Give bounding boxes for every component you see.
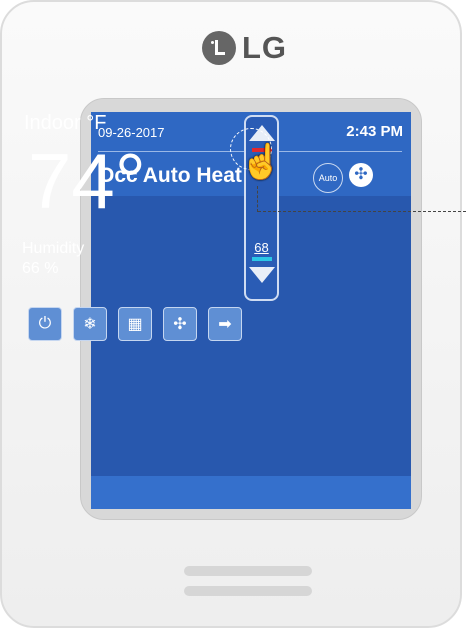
brand-name: LG <box>242 30 288 65</box>
callout-line-horizontal <box>258 211 466 212</box>
humidity-label: Humidity <box>22 240 85 257</box>
vent-slot <box>184 566 312 576</box>
lg-logo: LG <box>202 30 287 66</box>
calendar-icon: ▦ <box>127 316 143 333</box>
time-display: 2:43 PM <box>346 123 403 140</box>
mode-button[interactable]: ❄ <box>73 307 107 341</box>
heat-cool-mode-icon: ❄ <box>83 316 97 333</box>
next-button[interactable]: ➡ <box>208 307 242 341</box>
power-icon: ⏻ <box>38 315 52 332</box>
fan-status-icon[interactable]: ✣ <box>349 163 373 187</box>
auto-mode-button[interactable]: Auto <box>313 163 343 193</box>
power-button[interactable]: ⏻ <box>28 307 62 341</box>
indoor-temperature: 74° <box>28 137 146 225</box>
cool-setpoint-value[interactable]: 68 <box>246 240 277 255</box>
fan-button[interactable]: ✣ <box>163 307 197 341</box>
vent-slot <box>184 586 312 596</box>
callout-line-vertical <box>257 186 258 212</box>
pointer-hand-icon: ☝ <box>240 143 283 181</box>
fan-icon: ✣ <box>173 316 187 333</box>
function-button-row: ⏻ ❄ ▦ ✣ ➡ <box>28 307 253 341</box>
indoor-label: Indoor °F <box>24 112 107 134</box>
setpoint-down-icon[interactable] <box>249 267 275 283</box>
thermostat-device: LG 09-26-2017 2:43 PM Occ Auto Heat Auto… <box>0 0 466 628</box>
cool-setpoint-marker <box>252 257 272 261</box>
humidity-value: 66 % <box>22 260 59 277</box>
screen-footer <box>91 476 411 509</box>
schedule-button[interactable]: ▦ <box>118 307 152 341</box>
lg-logo-icon <box>202 31 236 65</box>
arrow-right-icon: ➡ <box>218 316 232 333</box>
